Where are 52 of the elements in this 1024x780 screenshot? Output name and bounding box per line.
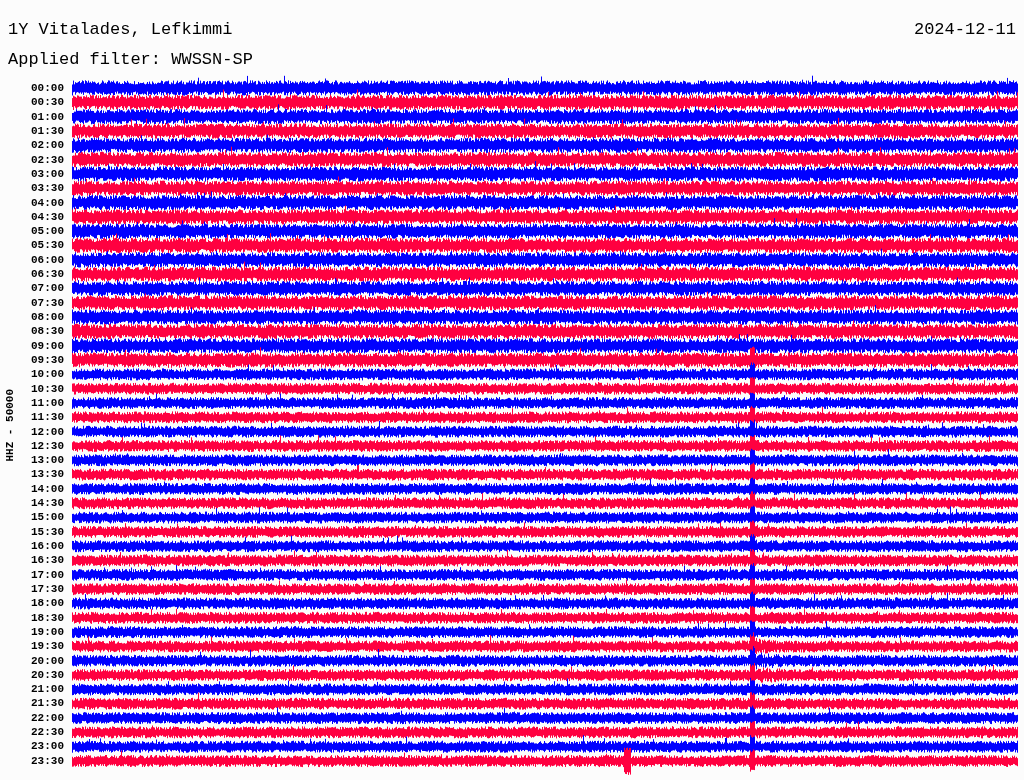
time-label: 22:30 (30, 725, 64, 740)
time-label: 07:00 (30, 281, 64, 296)
time-label: 03:00 (30, 166, 64, 182)
date-label: 2024-12-11 (913, 20, 1016, 40)
time-label: 16:00 (30, 539, 64, 554)
time-label: 03:30 (30, 181, 64, 196)
axis-label: HHZ - 50000 (2, 388, 17, 462)
time-label: 12:00 (30, 424, 64, 439)
station-title: 1Y Vitalades, Lefkimmi (8, 20, 233, 40)
time-label: 01:30 (30, 123, 64, 139)
time-label: 09:00 (30, 338, 64, 353)
time-label: 06:00 (30, 252, 64, 268)
time-label: 07:30 (30, 295, 64, 310)
time-label: 23:30 (30, 753, 64, 768)
time-label: 22:00 (30, 710, 64, 726)
time-label: 11:00 (30, 395, 64, 411)
time-label: 08:00 (30, 310, 64, 325)
time-label: 21:00 (30, 682, 64, 697)
time-label: 02:30 (30, 152, 64, 167)
time-label: 19:00 (30, 624, 64, 640)
time-label: 14:30 (30, 496, 64, 511)
time-label: 14:00 (30, 481, 64, 497)
time-label: 02:00 (30, 138, 64, 153)
time-label: 12:30 (30, 438, 64, 454)
time-label: 04:30 (30, 209, 64, 225)
time-label: 20:30 (30, 667, 64, 683)
time-label: 20:00 (30, 653, 64, 668)
time-label: 15:30 (30, 524, 64, 539)
time-label: 05:00 (30, 224, 64, 239)
time-label: 18:30 (30, 610, 64, 625)
time-label: 13:00 (30, 453, 64, 468)
time-label: 00:00 (30, 81, 64, 96)
time-label: 21:30 (30, 696, 64, 711)
time-label: 23:00 (30, 739, 64, 754)
time-label: 09:30 (30, 352, 64, 368)
time-label: 08:30 (30, 324, 64, 339)
time-label: 16:30 (30, 553, 64, 568)
time-label: 18:00 (30, 596, 64, 611)
time-label: 11:30 (30, 410, 64, 425)
time-label: 04:00 (30, 195, 64, 210)
time-label: 06:30 (30, 267, 64, 282)
time-label: 10:00 (30, 367, 64, 382)
time-label: 05:30 (30, 238, 64, 253)
time-label: 17:00 (30, 567, 64, 582)
filter-label: Applied filter: WWSSN-SP (8, 50, 253, 69)
time-label: 13:30 (30, 467, 64, 482)
time-label: 19:30 (30, 639, 64, 654)
time-label: 10:30 (30, 381, 64, 396)
time-label: 15:00 (30, 510, 64, 525)
time-label: 17:30 (30, 581, 64, 597)
time-label: 01:00 (30, 109, 64, 124)
time-label: 00:30 (30, 95, 64, 110)
